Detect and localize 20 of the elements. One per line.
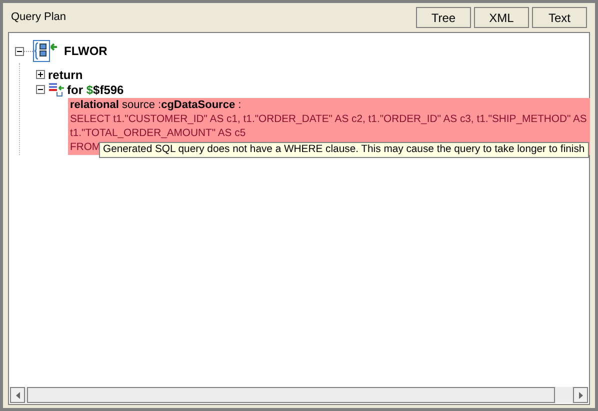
scroll-right-button[interactable] (573, 387, 588, 403)
view-button[interactable]: XML (474, 7, 529, 28)
expand-icon[interactable] (36, 70, 45, 79)
right-arrow-icon (578, 392, 582, 398)
tooltip: Generated SQL query does not have a WHERE clause. This may cause the query to take longer to finish (99, 142, 589, 158)
sql-line: t1."TOTAL_ORDER_AMOUNT" AS c5 (70, 127, 246, 141)
tree-node-label[interactable]: return (48, 66, 83, 84)
braces-block-icon (33, 40, 58, 62)
view-button[interactable]: Text (532, 7, 587, 28)
collapse-icon[interactable] (36, 85, 45, 94)
left-arrow-icon (16, 392, 20, 398)
panel-title: Query Plan (11, 10, 66, 26)
scroll-left-button[interactable] (10, 387, 25, 403)
tree-node-label[interactable]: FLWOR (64, 42, 108, 60)
sql-line: SELECT t1."CUSTOMER_ID" AS c1, t1."ORDER_DATE" AS c2, t1."ORDER_ID" AS c3, t1."SHIP_METHOD" AS (70, 113, 587, 127)
source-heading: relational source :cgDataSource : (70, 98, 242, 113)
tree-node-label[interactable]: for $$f596 (67, 80, 124, 98)
loop-list-icon (48, 82, 64, 96)
collapse-icon[interactable] (15, 46, 24, 56)
view-button[interactable]: Tree (416, 7, 471, 28)
